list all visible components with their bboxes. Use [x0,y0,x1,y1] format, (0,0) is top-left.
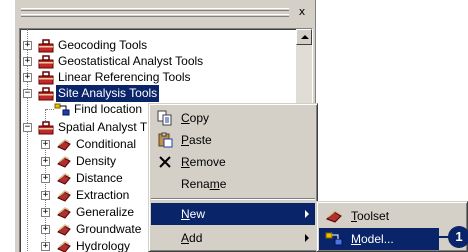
menu-separator [151,198,315,200]
tree-item-geocoding-tools[interactable]: + Geocoding Tools [20,37,300,54]
tree-item-label: Geostatistical Analyst Tools [58,54,204,68]
tree-item-site-analysis-tools[interactable]: − Site Analysis Tools [20,85,300,102]
copy-icon [157,110,172,126]
remove-icon [159,156,171,168]
panel-grip [21,8,289,11]
submenu-arrow-icon [305,234,309,242]
toolbox-icon [38,55,54,69]
menu-item-add[interactable]: Add [151,227,315,249]
submenu-item-model[interactable]: Model... [319,228,439,250]
expand-icon[interactable]: + [41,140,50,149]
menu-item-paste[interactable]: Paste [151,129,315,151]
tree-item-label: Geocoding Tools [58,38,148,52]
panel-titlebar[interactable]: x [15,0,315,28]
tree-item-label: Groundwate [76,222,142,236]
tree-item-label: Linear Referencing Tools [58,70,191,84]
panel-grip [21,14,289,17]
expand-icon[interactable]: + [23,41,32,50]
submenu-arrow-icon [305,210,309,218]
menu-item-label: Paste [181,133,212,147]
toolset-icon [326,210,342,223]
toolbox-icon [38,121,54,135]
context-menu: Copy Paste Remove Rename New Add [148,103,318,252]
paste-icon [158,132,173,148]
model-icon [54,103,70,116]
expand-icon[interactable]: + [41,242,50,251]
toolset-icon [57,207,71,219]
toolset-icon [57,156,71,168]
tree-item-label: Generalize [76,205,135,219]
menu-item-label: Remove [181,155,226,169]
toolbox-icon [38,87,54,101]
tree-line [46,109,54,110]
menu-item-new[interactable]: New [151,203,315,225]
tree-item-label: Spatial Analyst T [58,120,148,134]
tree-item-label: Distance [76,171,123,185]
tree-item-label: Conditional [76,137,137,151]
expand-icon[interactable]: + [23,73,32,82]
tree-item-linear-referencing-tools[interactable]: + Linear Referencing Tools [20,69,300,86]
toolset-icon [57,173,71,185]
expand-icon[interactable]: + [41,157,50,166]
toolbox-icon [38,39,54,53]
menu-item-label: New [181,207,206,221]
collapse-icon[interactable]: − [23,89,32,98]
close-icon[interactable]: x [295,5,309,19]
scroll-up-button[interactable] [296,29,312,45]
submenu-item-toolset[interactable]: Toolset [319,205,439,227]
callout-line [408,236,452,238]
menu-item-label: Rename [181,177,227,191]
tree-item-label: Density [76,154,117,168]
menu-item-remove[interactable]: Remove [151,151,315,173]
new-submenu: Toolset Model... [316,201,468,252]
tree-item-label: Hydrology [76,239,131,252]
toolset-icon [57,224,71,236]
toolset-icon [57,139,71,151]
toolset-icon [57,241,71,252]
menu-item-copy[interactable]: Copy [151,107,315,129]
tree-item-label: Site Analysis Tools [56,85,160,102]
expand-icon[interactable]: + [41,208,50,217]
tree-item-label: Extraction [76,188,130,202]
toolset-icon [57,190,71,202]
toolbox-icon [38,71,54,85]
model-icon [325,232,343,246]
tree-item-label: Find location [74,102,143,116]
expand-icon[interactable]: + [41,174,50,183]
callout-number-badge: 1 [448,226,468,248]
menu-item-label: Copy [181,111,210,125]
menu-item-label: Toolset [351,209,390,223]
expand-icon[interactable]: + [41,225,50,234]
menu-item-label: Model... [351,232,394,246]
expand-icon[interactable]: + [23,57,32,66]
expand-icon[interactable]: + [41,191,50,200]
tree-item-geostatistical-analyst-tools[interactable]: + Geostatistical Analyst Tools [20,53,300,70]
menu-item-rename[interactable]: Rename [151,173,315,195]
collapse-icon[interactable]: − [23,123,32,132]
menu-item-label: Add [181,231,203,245]
